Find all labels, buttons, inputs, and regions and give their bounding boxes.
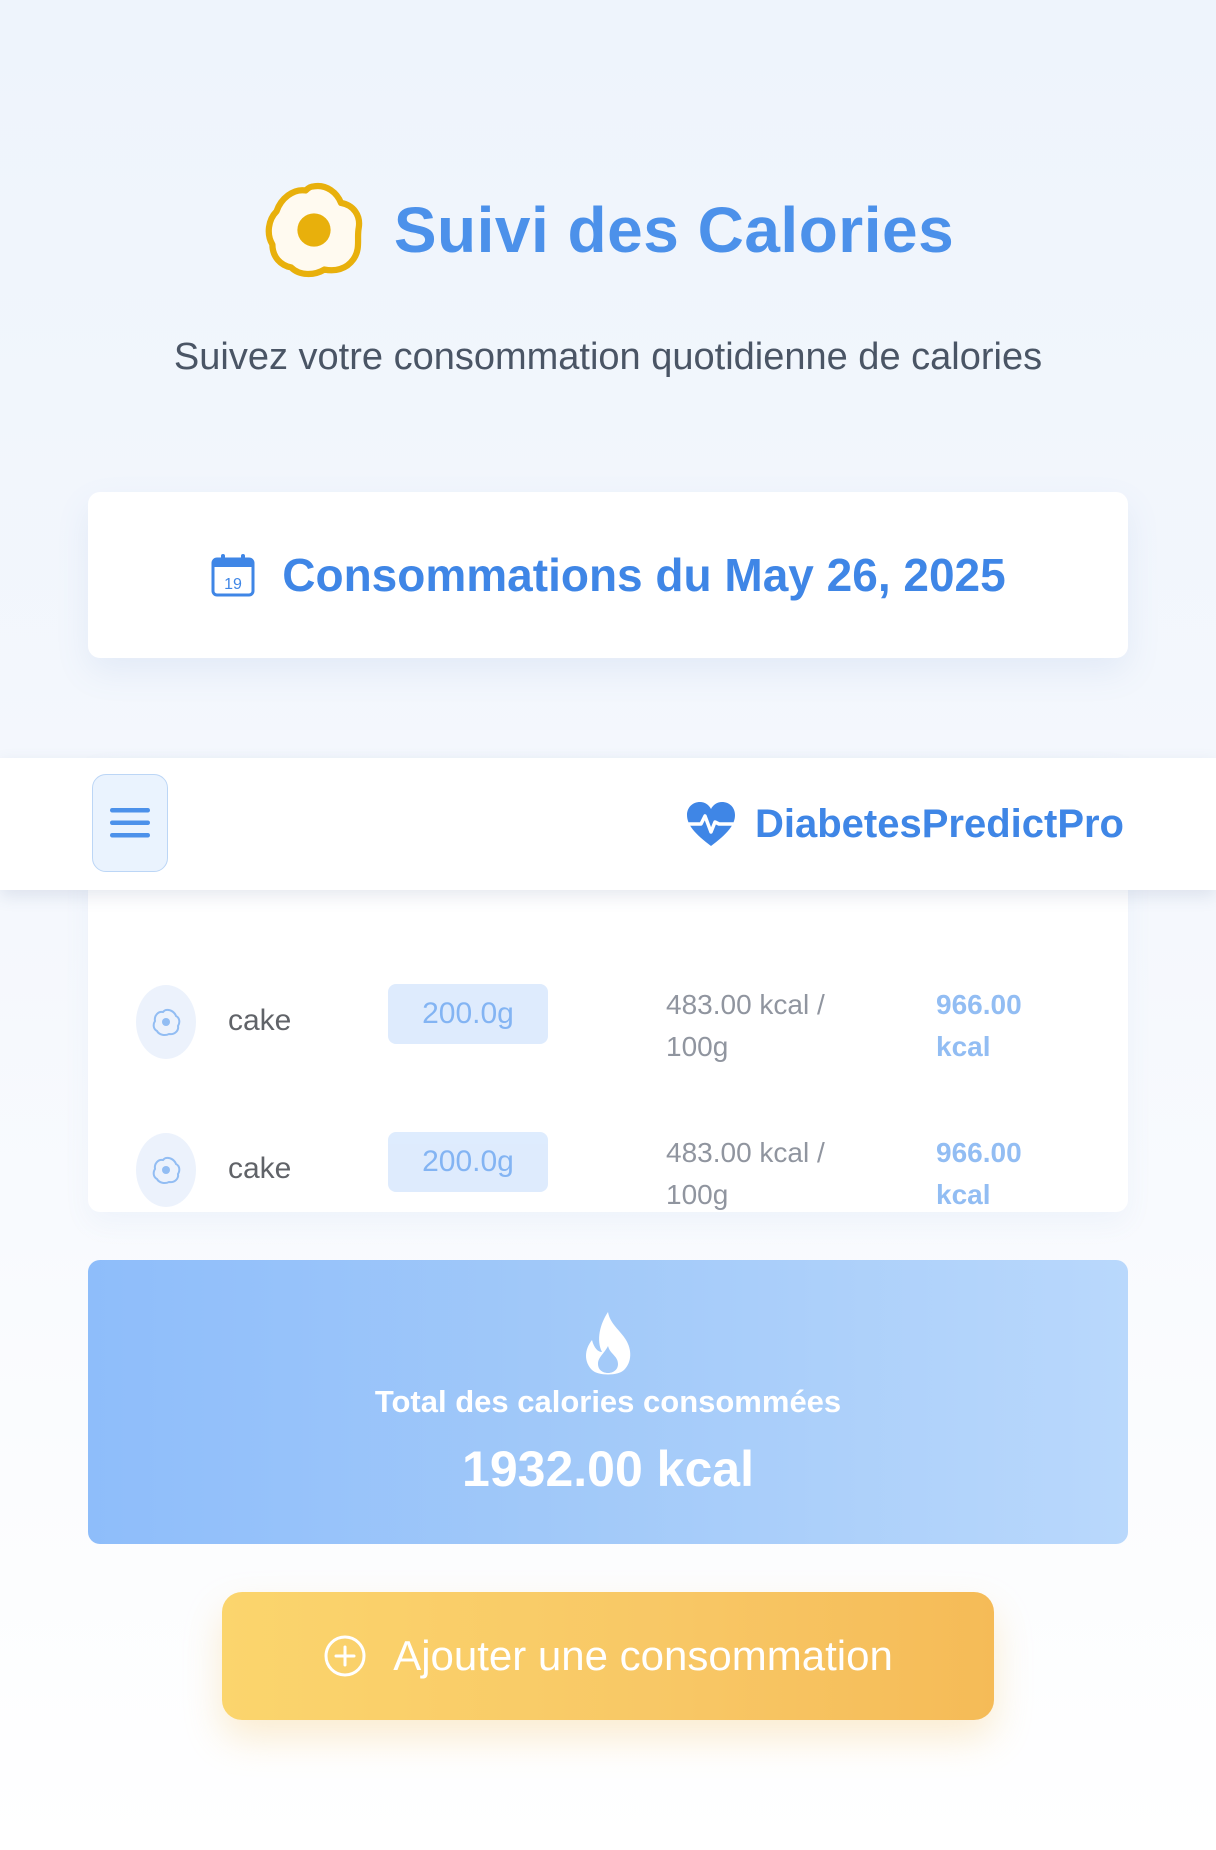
- row-total-value: 966.00: [936, 1137, 1022, 1168]
- kcal-per-100g-unit: 100g: [666, 1179, 729, 1210]
- row-total-unit: kcal: [936, 1179, 991, 1210]
- add-consumption-button[interactable]: Ajouter une consommation: [222, 1592, 994, 1720]
- fire-icon: [586, 1312, 631, 1375]
- row-total-unit: kcal: [936, 1031, 991, 1062]
- total-label: Total des calories consommées: [374, 1384, 842, 1419]
- fried-egg-icon: [265, 182, 363, 278]
- quantity-badge: 200.0g: [388, 984, 548, 1044]
- row-total-kcal: 966.00 kcal: [936, 1132, 1086, 1212]
- menu-button[interactable]: [92, 774, 168, 872]
- page-subtitle: Suivez votre consommation quotidienne de…: [173, 336, 1043, 378]
- food-name: cake: [228, 1004, 292, 1037]
- total-calories-card: Total des calories consommées 1932.00 kc…: [88, 1260, 1128, 1544]
- food-name: cake: [228, 1152, 292, 1185]
- row-total-kcal: 966.00 kcal: [936, 984, 1086, 1068]
- kcal-per-100g-unit: 100g: [666, 1031, 729, 1062]
- kcal-per-100g: 483.00 kcal / 100g: [666, 984, 866, 1068]
- total-value: 1932.00 kcal: [462, 1441, 754, 1497]
- kcal-per-100g-value: 483.00 kcal /: [666, 1137, 825, 1168]
- row-total-value: 966.00: [936, 989, 1022, 1020]
- brand[interactable]: DiabetesPredictPro: [685, 758, 1124, 890]
- kcal-per-100g: 483.00 kcal / 100g: [666, 1132, 866, 1212]
- add-consumption-label: Ajouter une consommation: [393, 1632, 893, 1679]
- calendar-icon: 19: [211, 554, 255, 597]
- hamburger-menu-icon: [110, 808, 150, 838]
- date-card: 19 Consommations du May 26, 2025: [88, 492, 1128, 658]
- quantity-badge: 200.0g: [388, 1132, 548, 1192]
- page-title: Suivi des Calories: [393, 194, 955, 266]
- consumption-row: cake 200.0g 483.00 kcal / 100g 966.00 kc…: [88, 968, 1128, 1098]
- heart-pulse-icon: [686, 802, 735, 846]
- consumption-row: cake 200.0g 483.00 kcal / 100g 966.00 kc…: [88, 1116, 1128, 1212]
- date-title: Consommations du May 26, 2025: [282, 549, 1006, 601]
- brand-name: DiabetesPredictPro: [754, 801, 1124, 846]
- page-header: Suivi des Calories: [0, 170, 1216, 290]
- calendar-day: 19: [224, 576, 242, 593]
- food-icon: [136, 1133, 196, 1207]
- kcal-per-100g-value: 483.00 kcal /: [666, 989, 825, 1020]
- top-navbar: DiabetesPredictPro: [0, 758, 1216, 890]
- plus-circle-icon: [324, 1635, 366, 1677]
- food-icon: [136, 985, 196, 1059]
